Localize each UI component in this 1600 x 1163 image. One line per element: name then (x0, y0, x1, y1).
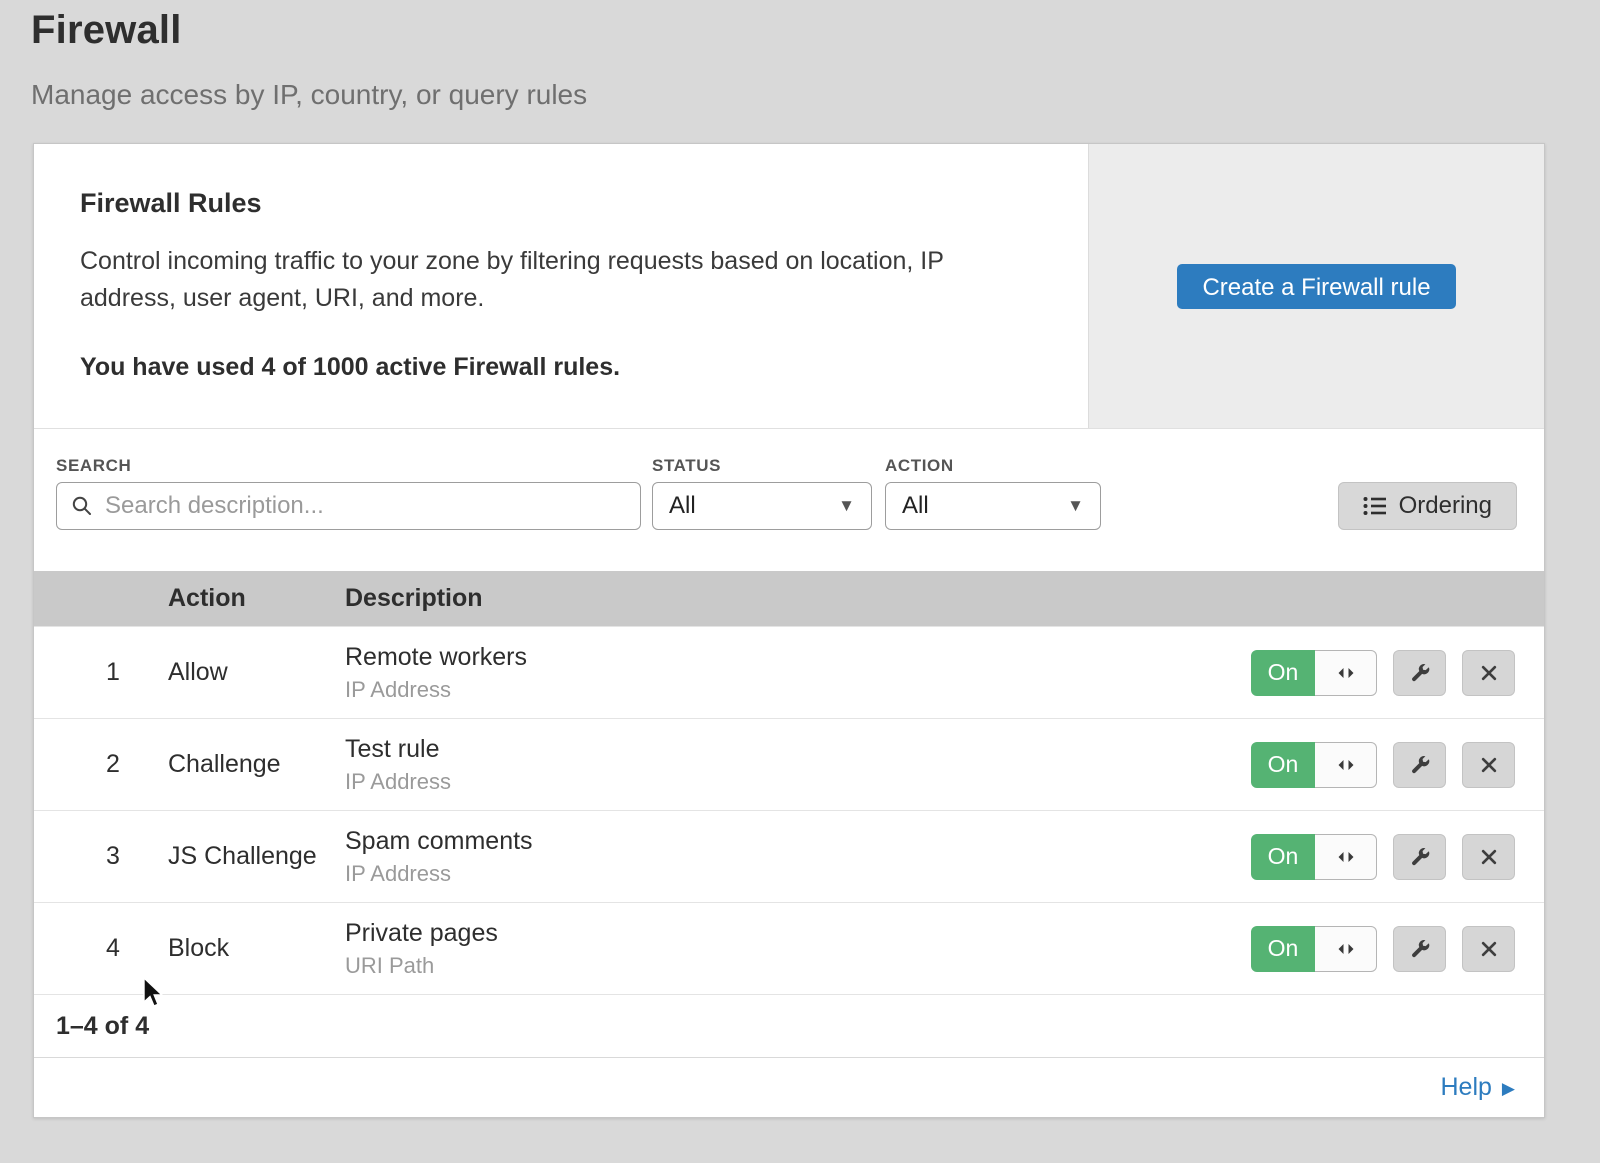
status-select[interactable]: All ▼ (652, 482, 872, 530)
close-icon (1479, 847, 1499, 867)
ordering-button[interactable]: Ordering (1338, 482, 1517, 530)
rule-description: Test rule (345, 735, 1234, 764)
rule-priority: 1 (34, 658, 168, 687)
filter-bar: SEARCH STATUS All ▼ ACTION All ▼ Orderin… (34, 429, 1544, 571)
close-icon (1479, 939, 1499, 959)
ordering-button-label: Ordering (1399, 492, 1492, 520)
rule-action: Challenge (168, 750, 345, 779)
search-label: SEARCH (56, 456, 131, 476)
rule-action: JS Challenge (168, 842, 345, 871)
create-firewall-rule-button[interactable]: Create a Firewall rule (1177, 264, 1455, 309)
delete-rule-button[interactable] (1462, 926, 1515, 972)
rule-enabled-toggle[interactable]: On (1251, 650, 1377, 696)
rule-action: Block (168, 934, 345, 963)
table-row: 2 Challenge Test rule IP Address On (34, 718, 1544, 810)
delete-rule-button[interactable] (1462, 742, 1515, 788)
rule-enabled-toggle[interactable]: On (1251, 742, 1377, 788)
rule-match-type: IP Address (345, 677, 1234, 703)
rule-priority: 3 (34, 842, 168, 871)
search-icon (71, 495, 93, 517)
edit-rule-button[interactable] (1393, 834, 1446, 880)
rule-description: Remote workers (345, 643, 1234, 672)
help-row: Help ▶ (34, 1057, 1544, 1117)
search-input[interactable] (103, 491, 626, 521)
toggle-on-label: On (1251, 834, 1315, 880)
chevron-down-icon: ▼ (1067, 496, 1084, 516)
page-subtitle: Manage access by IP, country, or query r… (31, 79, 587, 111)
search-field[interactable] (56, 482, 641, 530)
firewall-rules-card: Firewall Rules Control incoming traffic … (34, 144, 1544, 429)
rule-enabled-toggle[interactable]: On (1251, 926, 1377, 972)
toggle-on-label: On (1251, 742, 1315, 788)
help-link[interactable]: Help ▶ (1441, 1073, 1516, 1102)
page-title: Firewall (31, 8, 182, 53)
status-label: STATUS (652, 456, 721, 476)
rules-usage-text: You have used 4 of 1000 active Firewall … (80, 353, 1028, 382)
description-column-header: Description (345, 584, 1234, 613)
rule-description: Spam comments (345, 827, 1234, 856)
card-title: Firewall Rules (80, 188, 1028, 219)
ordering-list-icon (1363, 495, 1387, 517)
card-description: Control incoming traffic to your zone by… (80, 243, 1028, 317)
toggle-on-label: On (1251, 926, 1315, 972)
delete-rule-button[interactable] (1462, 834, 1515, 880)
card-action-area: Create a Firewall rule (1088, 144, 1544, 428)
toggle-arrows-icon[interactable] (1315, 926, 1377, 972)
help-link-label: Help (1441, 1073, 1492, 1102)
rule-priority: 4 (34, 934, 168, 963)
pagination-text: 1–4 of 4 (56, 1012, 149, 1041)
wrench-icon (1409, 662, 1431, 684)
action-select[interactable]: All ▼ (885, 482, 1101, 530)
help-arrow-icon: ▶ (1502, 1079, 1515, 1099)
table-header: Action Description (34, 571, 1544, 626)
action-column-header: Action (168, 584, 345, 613)
firewall-panel: Firewall Rules Control incoming traffic … (33, 143, 1545, 1118)
close-icon (1479, 755, 1499, 775)
edit-rule-button[interactable] (1393, 926, 1446, 972)
toggle-arrows-icon[interactable] (1315, 742, 1377, 788)
status-select-value: All (669, 492, 696, 520)
rule-priority: 2 (34, 750, 168, 779)
action-label: ACTION (885, 456, 954, 476)
chevron-down-icon: ▼ (838, 496, 855, 516)
close-icon (1479, 663, 1499, 683)
rule-action: Allow (168, 658, 345, 687)
wrench-icon (1409, 846, 1431, 868)
table-row: 1 Allow Remote workers IP Address On (34, 626, 1544, 718)
edit-rule-button[interactable] (1393, 742, 1446, 788)
action-select-value: All (902, 492, 929, 520)
rule-description: Private pages (345, 919, 1234, 948)
wrench-icon (1409, 754, 1431, 776)
edit-rule-button[interactable] (1393, 650, 1446, 696)
toggle-arrows-icon[interactable] (1315, 650, 1377, 696)
rule-match-type: IP Address (345, 769, 1234, 795)
table-row: 4 Block Private pages URI Path On (34, 902, 1544, 994)
pagination-row: 1–4 of 4 (34, 994, 1544, 1057)
table-row: 3 JS Challenge Spam comments IP Address … (34, 810, 1544, 902)
delete-rule-button[interactable] (1462, 650, 1515, 696)
rule-enabled-toggle[interactable]: On (1251, 834, 1377, 880)
rule-match-type: IP Address (345, 861, 1234, 887)
rule-match-type: URI Path (345, 953, 1234, 979)
wrench-icon (1409, 938, 1431, 960)
toggle-on-label: On (1251, 650, 1315, 696)
toggle-arrows-icon[interactable] (1315, 834, 1377, 880)
